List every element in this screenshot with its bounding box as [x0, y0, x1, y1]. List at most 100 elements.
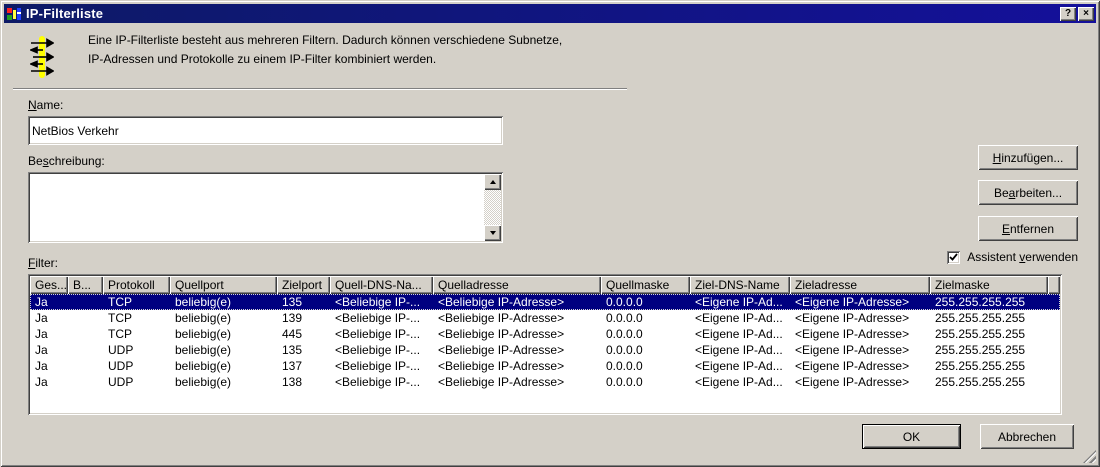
table-cell: <Eigene IP-Adresse> — [795, 295, 910, 309]
table-cell: 255.255.255.255 — [935, 343, 1026, 357]
table-cell: 255.255.255.255 — [935, 327, 1026, 341]
filter-listview: Ges... B... Protokoll Quellport Zielport Quel… — [28, 274, 1062, 415]
ok-button[interactable]: OK — [862, 424, 961, 449]
name-label: Name: — [28, 98, 64, 112]
table-cell: 255.255.255.255 — [935, 311, 1026, 325]
intro-line-1: Eine IP-Filterliste besteht aus mehreren… — [88, 33, 563, 47]
table-cell: 0.0.0.0 — [606, 311, 643, 325]
cancel-button[interactable]: Abbrechen — [980, 424, 1074, 449]
table-cell: <Beliebige IP-... — [335, 359, 421, 373]
description-textarea[interactable] — [28, 172, 503, 243]
name-input[interactable] — [28, 116, 503, 145]
filter-list-icon — [30, 36, 54, 78]
table-row[interactable]: Ja UDP beliebig(e) 138 <Beliebige IP-... <Bel… — [30, 374, 1060, 390]
table-cell: Ja — [35, 343, 48, 357]
table-cell: <Eigene IP-Adresse> — [795, 343, 910, 357]
table-cell: <Beliebige IP-Adresse> — [438, 295, 565, 309]
table-cell: 255.255.255.255 — [935, 375, 1026, 389]
column-header[interactable]: Quell-DNS-Na... — [330, 276, 433, 294]
table-cell: 137 — [282, 359, 303, 373]
table-cell: <Eigene IP-Ad... — [695, 311, 783, 325]
down-arrow-icon — [489, 231, 496, 235]
column-header[interactable]: Quellmaske — [601, 276, 690, 294]
table-row[interactable]: Ja TCP beliebig(e) 139 <Beliebige IP-... <Bel… — [30, 310, 1060, 326]
table-cell: <Eigene IP-Ad... — [695, 295, 783, 309]
column-header[interactable]: Protokoll — [103, 276, 170, 294]
table-cell: <Eigene IP-Ad... — [695, 327, 783, 341]
column-header[interactable]: B... — [68, 276, 103, 294]
window-title: IP-Filterliste — [26, 6, 104, 21]
table-cell: <Eigene IP-Ad... — [695, 375, 783, 389]
table-cell: 139 — [282, 311, 303, 325]
table-cell: Ja — [35, 359, 48, 373]
column-header-stub — [1048, 276, 1060, 294]
close-button[interactable]: × — [1078, 6, 1094, 21]
resize-grip-icon[interactable] — [1083, 450, 1096, 463]
table-cell: <Eigene IP-Ad... — [695, 343, 783, 357]
table-cell: 138 — [282, 375, 303, 389]
use-wizard-label: Assistent verwenden — [967, 250, 1078, 264]
column-header[interactable]: Quelladresse — [433, 276, 601, 294]
table-cell: <Eigene IP-Ad... — [695, 359, 783, 373]
titlebar[interactable]: IP-Filterliste ? × — [4, 4, 1096, 23]
table-cell: <Eigene IP-Adresse> — [795, 311, 910, 325]
description-scrollbar[interactable] — [484, 174, 501, 241]
filter-table-body: Ja TCP beliebig(e) 135 <Beliebige IP-... <Bel… — [30, 294, 1060, 390]
column-header[interactable]: Zieladresse — [790, 276, 930, 294]
use-wizard-checkbox[interactable] — [947, 250, 961, 264]
table-cell: 0.0.0.0 — [606, 359, 643, 373]
window-icon — [7, 7, 21, 20]
table-cell: <Beliebige IP-... — [335, 295, 421, 309]
table-cell: Ja — [35, 311, 48, 325]
intro-line-2: IP-Adressen und Protokolle zu einem IP-F… — [88, 52, 437, 66]
table-cell: Ja — [35, 375, 48, 389]
table-row[interactable]: Ja TCP beliebig(e) 445 <Beliebige IP-... <Bel… — [30, 326, 1060, 342]
table-cell: TCP — [108, 327, 132, 341]
filter-label: Filter: — [28, 256, 59, 270]
table-cell: <Beliebige IP-Adresse> — [438, 359, 565, 373]
column-header[interactable]: Zielport — [277, 276, 330, 294]
column-header[interactable]: Ges... — [30, 276, 68, 294]
table-cell: Ja — [35, 295, 48, 309]
help-icon: ? — [1064, 7, 1072, 19]
remove-button[interactable]: Entfernen — [978, 216, 1078, 241]
table-row[interactable]: Ja UDP beliebig(e) 135 <Beliebige IP-... <Bel… — [30, 342, 1060, 358]
table-cell: <Beliebige IP-... — [335, 375, 421, 389]
table-cell: 0.0.0.0 — [606, 295, 643, 309]
table-row[interactable]: Ja UDP beliebig(e) 137 <Beliebige IP-... <Bel… — [30, 358, 1060, 374]
table-cell: <Beliebige IP-... — [335, 311, 421, 325]
filter-table-header: Ges... B... Protokoll Quellport Zielport Quel… — [30, 276, 1060, 294]
edit-button[interactable]: Bearbeiten... — [978, 180, 1078, 205]
table-cell: beliebig(e) — [175, 311, 232, 325]
scroll-up-button[interactable] — [484, 174, 501, 190]
table-cell: beliebig(e) — [175, 343, 232, 357]
column-header[interactable]: Quellport — [170, 276, 277, 294]
scroll-down-button[interactable] — [484, 225, 501, 241]
table-cell: <Beliebige IP-Adresse> — [438, 343, 565, 357]
help-button[interactable]: ? — [1060, 6, 1076, 21]
table-cell: beliebig(e) — [175, 327, 232, 341]
table-row[interactable]: Ja TCP beliebig(e) 135 <Beliebige IP-... <Bel… — [30, 294, 1060, 310]
table-cell: UDP — [108, 359, 134, 373]
table-cell: <Beliebige IP-... — [335, 343, 421, 357]
table-cell: 135 — [282, 343, 303, 357]
table-cell: beliebig(e) — [175, 359, 232, 373]
close-icon: × — [1083, 7, 1089, 19]
table-cell: <Beliebige IP-Adresse> — [438, 311, 565, 325]
table-cell: TCP — [108, 311, 132, 325]
table-cell: UDP — [108, 343, 134, 357]
table-cell: <Beliebige IP-... — [335, 327, 421, 341]
table-cell: 135 — [282, 295, 303, 309]
separator-line — [13, 88, 627, 90]
table-cell: <Eigene IP-Adresse> — [795, 375, 910, 389]
table-cell: 445 — [282, 327, 303, 341]
use-wizard-checkbox-row[interactable]: Assistent verwenden — [947, 249, 1078, 265]
table-cell: UDP — [108, 375, 134, 389]
column-header[interactable]: Zielmaske — [930, 276, 1048, 294]
table-cell: <Beliebige IP-Adresse> — [438, 327, 565, 341]
add-button[interactable]: Hinzufügen... — [978, 145, 1078, 170]
table-cell: <Eigene IP-Adresse> — [795, 359, 910, 373]
column-header[interactable]: Ziel-DNS-Name — [690, 276, 790, 294]
table-cell: 255.255.255.255 — [935, 359, 1026, 373]
table-cell: <Beliebige IP-Adresse> — [438, 375, 565, 389]
